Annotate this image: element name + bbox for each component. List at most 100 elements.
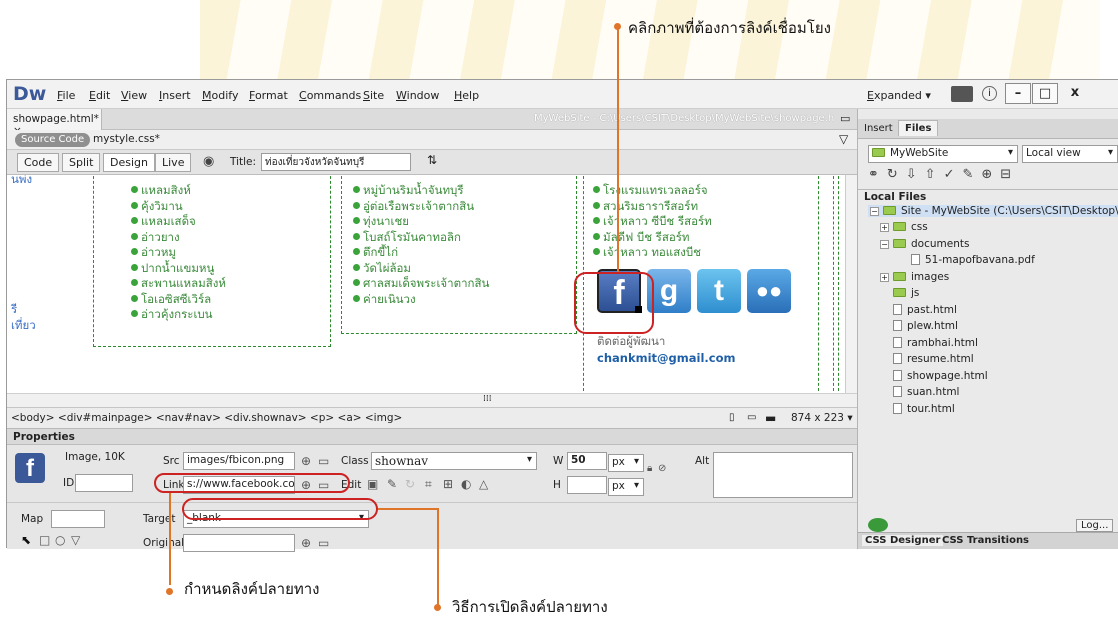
pointer-hotspot-icon[interactable]: ⬉ <box>21 533 31 547</box>
menu-site[interactable]: Site <box>363 89 384 102</box>
vertical-scrollbar[interactable] <box>845 175 857 393</box>
tab-showpage[interactable]: showpage.html* × <box>7 109 102 137</box>
point-to-file-icon[interactable]: ⊕ <box>301 454 311 468</box>
list-item[interactable]: อู่ต่อเรือพระเจ้าตากสิน <box>353 199 489 215</box>
myspace-icon[interactable]: ●● <box>747 269 791 313</box>
log-button[interactable]: Log... <box>1076 519 1114 532</box>
list-item[interactable]: คุ้งวิมาน <box>131 199 226 215</box>
list-item[interactable]: ศาลสมเด็จพระเจ้าตากสิน <box>353 276 489 292</box>
list-item[interactable]: สะพานแหลมสิงห์ <box>131 276 226 292</box>
brightness-icon[interactable]: ◐ <box>461 477 471 491</box>
menu-help[interactable]: Help <box>454 89 479 102</box>
tree-file[interactable]: plew.html <box>880 320 958 332</box>
tree-file[interactable]: past.html <box>880 303 957 316</box>
tree-folder[interactable]: + images <box>880 271 949 283</box>
check-page-icon[interactable]: ⇅ <box>427 153 437 167</box>
mobile-size-icon[interactable]: ▯ <box>729 412 735 423</box>
map-field[interactable] <box>51 510 105 528</box>
menu-format[interactable]: Format <box>249 89 288 102</box>
list-item[interactable]: สวนริมธารารีสอร์ท <box>593 199 712 215</box>
tree-file[interactable]: rambhai.html <box>880 336 978 349</box>
browse-folder-icon[interactable]: ▭ <box>318 454 329 468</box>
crop-icon[interactable]: ⌗ <box>425 477 432 492</box>
sharpen-icon[interactable]: △ <box>479 477 488 491</box>
list-item[interactable]: โรงแรมแทรเวลลอร์จ <box>593 183 712 199</box>
rect-hotspot-icon[interactable]: □ <box>39 533 50 547</box>
tab-css-designer[interactable]: CSS Designer <box>862 535 944 546</box>
view-select[interactable]: Local view <box>1022 145 1118 163</box>
layout-mode-dropdown[interactable]: Expanded ▾ <box>867 89 931 102</box>
restore-icon[interactable]: ▭ <box>840 112 850 125</box>
original-browse-icon[interactable]: ▭ <box>318 536 329 550</box>
list-item[interactable]: แหลมเสด็จ <box>131 214 226 230</box>
filter-icon[interactable]: ▽ <box>839 132 848 146</box>
list-item[interactable]: ค่ายเนินวง <box>353 292 489 308</box>
tag-selector[interactable]: <body> <div#mainpage> <nav#nav> <div.sho… <box>11 412 402 424</box>
tree-file[interactable]: tour.html <box>880 402 955 415</box>
tree-folder[interactable]: + css <box>880 221 928 233</box>
circle-hotspot-icon[interactable]: ○ <box>55 533 65 547</box>
original-point-icon[interactable]: ⊕ <box>301 536 311 550</box>
menu-window[interactable]: Window <box>396 89 439 102</box>
preview-globe-icon[interactable]: ◉ <box>203 154 214 169</box>
resample-icon[interactable]: ⊞ <box>443 477 453 491</box>
tree-folder[interactable]: − documents <box>880 238 969 250</box>
tree-toggle-icon[interactable]: − <box>880 239 889 249</box>
list-item[interactable]: อ่าวยาง <box>131 230 226 246</box>
fireworks-icon[interactable]: ▣ <box>367 477 378 491</box>
list-item[interactable]: ทุ่งนาเชย <box>353 214 489 230</box>
height-unit-select[interactable]: px <box>608 478 644 496</box>
menu-modify[interactable]: Modify <box>202 89 238 102</box>
minimize-button[interactable]: – <box>1005 83 1031 104</box>
tree-folder[interactable]: js <box>880 287 919 299</box>
src-field[interactable]: images/fbicon.png <box>183 452 295 470</box>
source-code-button[interactable]: Source Code <box>15 133 91 147</box>
tab-css-transitions[interactable]: CSS Transitions <box>942 535 1029 546</box>
reset-size-icon[interactable]: ⊘ <box>658 463 666 474</box>
split-view-button[interactable]: Split <box>62 153 101 172</box>
maximize-button[interactable]: □ <box>1032 83 1058 104</box>
design-view-button[interactable]: Design <box>103 153 155 172</box>
site-select[interactable]: MyWebSite <box>868 145 1018 163</box>
menu-view[interactable]: View <box>121 89 147 102</box>
alt-field[interactable] <box>713 452 853 498</box>
live-view-button[interactable]: Live <box>155 153 192 172</box>
list-item[interactable]: วัดไผ่ล้อม <box>353 261 489 277</box>
width-unit-select[interactable]: px <box>608 454 644 472</box>
site-root[interactable]: − Site - MyWebSite (C:\Users\CSIT\Desktop… <box>868 205 1118 217</box>
list-item[interactable]: เจ้าหลาว ซีบีช รีสอร์ท <box>593 214 712 230</box>
lock-icon[interactable]: 🔒︎ <box>647 463 652 474</box>
info-icon[interactable]: i <box>982 86 997 101</box>
list-item[interactable]: มัลดีฟ บีช รีสอร์ท <box>593 230 712 246</box>
tree-file[interactable]: 51-mapofbavana.pdf <box>898 254 1035 266</box>
id-field[interactable] <box>75 474 133 492</box>
desktop-size-icon[interactable]: ▬ <box>765 411 776 425</box>
height-field[interactable] <box>567 476 607 494</box>
edit-settings-icon[interactable]: ✎ <box>387 477 397 491</box>
tab-files[interactable]: Files <box>898 120 939 136</box>
menu-insert[interactable]: Insert <box>159 89 191 102</box>
tree-file[interactable]: showpage.html <box>880 369 988 382</box>
window-size[interactable]: 874 x 223 ▾ <box>791 412 853 424</box>
sync-settings-icon[interactable] <box>951 86 973 102</box>
list-item[interactable]: เจ้าหลาว ทอแสงบีช <box>593 245 712 261</box>
tree-file[interactable]: resume.html <box>880 353 974 365</box>
tree-file[interactable]: suan.html <box>880 386 959 398</box>
original-field[interactable] <box>183 534 295 552</box>
list-item[interactable]: ตึกขี้ไก่ <box>353 245 489 261</box>
horizontal-scrollbar[interactable]: ⁞⁞⁞ <box>7 393 857 407</box>
menu-edit[interactable]: Edit <box>89 89 110 102</box>
list-item[interactable]: โบสถ์โรมันคาทอลิก <box>353 230 489 246</box>
tree-toggle-icon[interactable]: + <box>880 272 889 282</box>
tablet-size-icon[interactable]: ▭ <box>747 412 756 423</box>
contact-email[interactable]: chankmit@gmail.com <box>597 351 735 365</box>
list-item[interactable]: โอเอซิสซีเวิร์ล <box>131 292 226 308</box>
twitter-icon[interactable]: t <box>697 269 741 313</box>
menu-commands[interactable]: Commands <box>299 89 361 102</box>
close-button[interactable]: x <box>1062 83 1088 104</box>
list-item[interactable]: หมู่บ้านริมน้ำจันทบุรี <box>353 183 489 199</box>
tab-insert[interactable]: Insert <box>864 123 893 134</box>
class-select[interactable]: shownav <box>371 452 537 470</box>
list-item[interactable]: อ่าวคุ้งกระเบน <box>131 307 226 323</box>
width-field[interactable]: 50 <box>567 452 607 470</box>
